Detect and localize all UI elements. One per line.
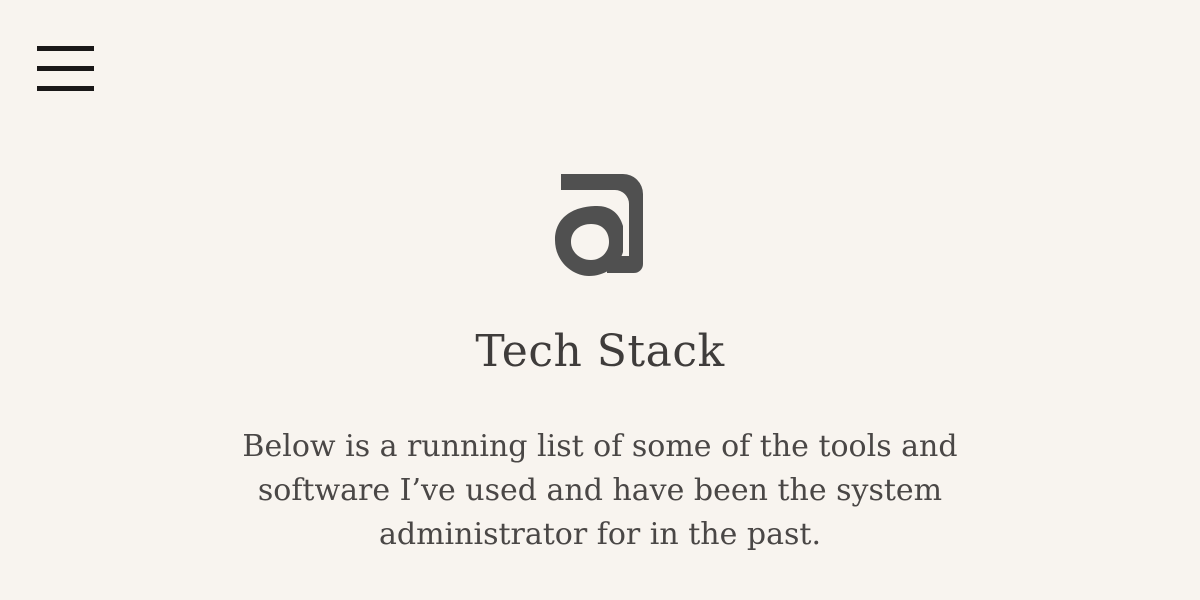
menu-bar-top [37,46,94,51]
menu-bar-bottom [37,86,94,91]
page-title: Tech Stack [475,326,725,377]
hamburger-menu-icon[interactable] [37,44,94,92]
at-sign-logo-icon[interactable] [549,164,650,278]
page-intro-text: Below is a running list of some of the t… [242,429,958,552]
menu-bar-middle [37,66,94,71]
